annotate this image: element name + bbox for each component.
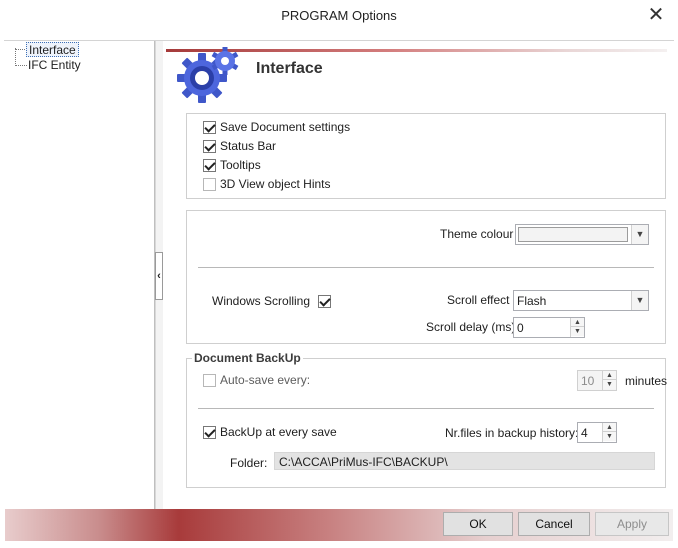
nr-files-value[interactable]: 4 <box>581 426 588 440</box>
ok-button[interactable]: OK <box>443 512 513 536</box>
scroll-effect-label: Scroll effect <box>447 293 510 307</box>
spin-down-icon[interactable]: ▼ <box>603 432 616 441</box>
window-title: PROGRAM Options <box>281 8 397 23</box>
auto-save-checkbox[interactable] <box>203 373 216 387</box>
tree-connector-line <box>15 48 25 66</box>
spin-up-icon[interactable]: ▲ <box>571 318 584 327</box>
auto-save-label: Auto-save every: <box>220 373 311 387</box>
scroll-effect-value: Flash <box>517 294 547 308</box>
save-document-settings-label: Save Document settings <box>220 120 351 134</box>
save-document-settings-option[interactable]: Save Document settings <box>203 118 350 136</box>
spin-down-icon[interactable]: ▼ <box>603 380 616 389</box>
apply-button[interactable]: Apply <box>595 512 669 536</box>
theme-colour-label: Theme colour <box>440 227 514 241</box>
auto-save-option[interactable]: Auto-save every: <box>203 371 310 389</box>
tooltips-option[interactable]: Tooltips <box>203 156 261 174</box>
3d-view-object-hints-option[interactable]: 3D View object Hints <box>203 175 331 193</box>
tooltips-label: Tooltips <box>220 158 261 172</box>
scroll-delay-stepper[interactable]: 0 ▲ ▼ <box>513 317 585 338</box>
collapse-panel-button[interactable]: ‹ <box>155 252 163 300</box>
tree-item-interface[interactable]: Interface <box>26 42 79 57</box>
chevron-down-icon[interactable]: ▼ <box>631 291 648 310</box>
nr-files-label: Nr.files in backup history: <box>445 426 579 440</box>
backup-every-save-label: BackUp at every save <box>220 425 337 439</box>
auto-save-minutes-value[interactable]: 10 <box>581 374 594 388</box>
chevron-down-icon[interactable]: ▼ <box>631 225 648 244</box>
folder-label: Folder: <box>230 456 268 470</box>
save-document-settings-checkbox[interactable] <box>203 120 216 134</box>
3d-view-object-hints-label: 3D View object Hints <box>220 177 331 191</box>
scroll-effect-select[interactable]: Flash ▼ <box>513 290 649 311</box>
spin-down-icon[interactable]: ▼ <box>571 327 584 336</box>
status-bar-label: Status Bar <box>220 139 277 153</box>
scroll-delay-value[interactable]: 0 <box>517 321 524 335</box>
tree-item-ifc-entity[interactable]: IFC Entity <box>26 58 83 73</box>
section-divider <box>198 267 654 268</box>
close-icon[interactable]: ✕ <box>645 4 667 26</box>
spin-up-icon[interactable]: ▲ <box>603 371 616 380</box>
status-bar-checkbox[interactable] <box>203 139 216 153</box>
auto-save-minutes-stepper[interactable]: 10 ▲ ▼ <box>577 370 617 391</box>
3d-view-object-hints-checkbox[interactable] <box>203 177 216 191</box>
gears-icon <box>172 44 242 104</box>
windows-scrolling-checkbox[interactable] <box>318 294 332 308</box>
section-divider <box>198 408 654 409</box>
theme-colour-picker[interactable]: ▼ <box>515 224 649 245</box>
document-backup-title: Document BackUp <box>192 351 303 365</box>
scroll-delay-label: Scroll delay (ms) <box>426 320 516 334</box>
cancel-button[interactable]: Cancel <box>518 512 590 536</box>
spin-up-icon[interactable]: ▲ <box>603 423 616 432</box>
backup-every-save-option[interactable]: BackUp at every save <box>203 423 337 441</box>
theme-colour-swatch <box>518 227 628 242</box>
backup-folder-field[interactable]: C:\ACCA\PriMus-IFC\BACKUP\ <box>274 452 655 470</box>
windows-scrolling-label: Windows Scrolling <box>212 294 311 308</box>
page-title: Interface <box>256 60 323 77</box>
tooltips-checkbox[interactable] <box>203 158 216 172</box>
minutes-label: minutes <box>625 374 668 388</box>
windows-scrolling-option[interactable]: Windows Scrolling <box>212 292 335 310</box>
nr-files-stepper[interactable]: 4 ▲ ▼ <box>577 422 617 443</box>
backup-every-save-checkbox[interactable] <box>203 425 216 439</box>
options-tree <box>5 41 155 509</box>
status-bar-option[interactable]: Status Bar <box>203 137 276 155</box>
